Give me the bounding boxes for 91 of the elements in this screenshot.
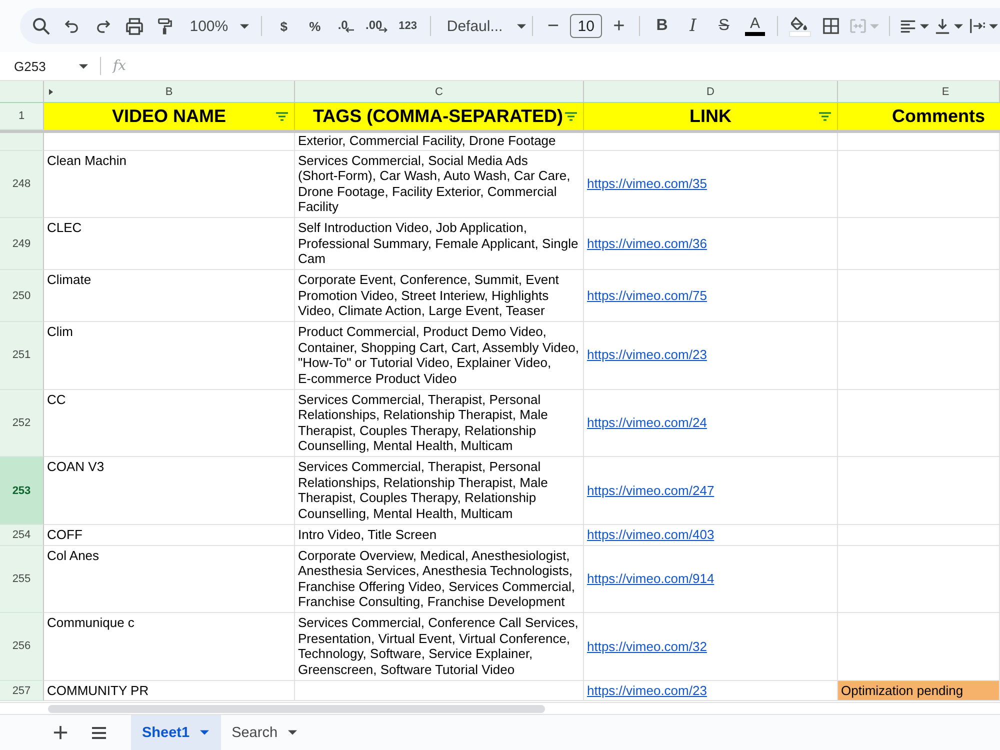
row-header[interactable]: 249 [0, 218, 44, 270]
link[interactable]: https://vimeo.com/24 [587, 415, 707, 431]
column-header[interactable]: D [584, 81, 838, 103]
link[interactable]: https://vimeo.com/247 [587, 482, 714, 498]
align-bottom-icon [935, 18, 950, 34]
align-left-icon [900, 20, 916, 32]
undo-icon [65, 20, 79, 32]
sheet-tab[interactable]: Search [220, 715, 309, 750]
table-cell: Climate [44, 270, 295, 322]
table-cell: Communique c [44, 613, 295, 681]
font-dropdown[interactable]: Defaul... [438, 12, 524, 40]
percent-format-button[interactable]: % [300, 12, 329, 40]
table-cell: CLEC [44, 218, 295, 270]
caret-icon [288, 730, 297, 735]
link[interactable]: https://vimeo.com/23 [587, 347, 707, 364]
link[interactable]: https://vimeo.com/75 [587, 288, 707, 304]
zoom-dropdown[interactable]: 100% [182, 12, 253, 40]
row-header[interactable]: 1 [0, 103, 44, 130]
increase-decimal-button[interactable]: .00 [362, 12, 391, 40]
link[interactable]: https://vimeo.com/36 [587, 236, 707, 252]
text-overflow-icon [970, 18, 986, 34]
paint-bucket-icon [791, 16, 808, 30]
text-color-button[interactable]: A [740, 12, 769, 40]
fx-label: fx [113, 58, 126, 74]
row-header[interactable]: 248 [0, 150, 44, 218]
grid-icon [822, 18, 839, 34]
table-cell: Services Commercial, Conference Call Services, Presentation, Virtual Event, Virtual Conference, Technology, Software, Service Explainer, Greenscreen, Software Tutorial Video [295, 613, 584, 681]
filter-icon[interactable] [565, 112, 577, 121]
cell-reference: G253 [14, 58, 46, 74]
italic-button[interactable]: I [678, 12, 707, 40]
link[interactable]: https://vimeo.com/23 [587, 682, 707, 698]
column-header[interactable]: B [44, 81, 295, 103]
table-cell: Product Commercial, Product Demo Video, Container, Shopping Cart, Cart, Assembly Video, "How-To" or Tutorial Video, Explainer Video, E-commerce Product Video [295, 322, 584, 390]
row-header[interactable]: 251 [0, 322, 44, 390]
table-cell: Intro Video, Title Screen [295, 524, 584, 546]
caret-icon [200, 730, 209, 735]
name-box[interactable]: G253 [10, 54, 92, 78]
table-cell: Corporate Event, Conference, Summit, Event Promotion Video, Street Interiew, Highlights Video, Climate Action, Large Event, Teaser [295, 270, 584, 322]
plus-icon [52, 725, 68, 740]
expand-column-icon[interactable] [49, 89, 53, 95]
scrollbar-thumb[interactable] [48, 704, 545, 712]
table-cell: Services Commercial, Therapist, Personal Relationships, Relationship Therapist, Male Therapist, Couples Therapy, Relationship Counselling, Mental Health, Multicam [295, 457, 584, 525]
font-size-field[interactable]: 10 [570, 14, 602, 38]
column-header[interactable]: E [838, 81, 1000, 103]
corner-cell[interactable] [0, 81, 44, 103]
table-cell: Clean Machin [44, 150, 295, 218]
currency-format-button[interactable]: $ [270, 12, 298, 40]
table-cell: Optimization pending [838, 680, 1000, 702]
column-title: VIDEO NAME [112, 106, 226, 127]
table-cell: Self Introduction Video, Job Application, Professional Summary, Female Applicant, Single Cam [295, 218, 584, 270]
bold-button[interactable]: B [648, 12, 676, 40]
menu-icon [91, 726, 107, 738]
row-header[interactable]: 257 [0, 680, 44, 702]
row-header[interactable]: 250 [0, 270, 44, 322]
table-cell: COFF [44, 524, 295, 546]
table-cell: Corporate Overview, Medical, Anesthesiologist, Anesthesia Services, Anesthesia Technologists, Franchise Offering Video, Services Commercial, Franchise Consulting, Franchise Development [295, 546, 584, 614]
table-cell: CC [44, 390, 295, 458]
printer-icon [126, 18, 142, 34]
row-header[interactable]: 256 [0, 613, 44, 681]
column-title: LINK [690, 106, 732, 127]
merge-cells-icon [850, 19, 866, 33]
link[interactable]: https://vimeo.com/403 [587, 526, 714, 542]
row-header[interactable]: 255 [0, 546, 44, 614]
sheet-tab[interactable]: Sheet1 [131, 715, 221, 750]
caret-icon [79, 64, 88, 68]
table-cell: Services Commercial, Therapist, Personal Relationships, Relationship Therapist, Male Therapist, Couples Therapy, Relationship Counselling, Mental Health, Multicam [295, 390, 584, 458]
search-icon [32, 18, 50, 34]
column-title: Comments [892, 106, 986, 127]
filter-icon[interactable] [276, 112, 288, 121]
link[interactable]: https://vimeo.com/914 [587, 570, 714, 587]
paint-roller-icon [158, 18, 172, 34]
decrease-font-size-button[interactable]: − [541, 12, 566, 40]
link[interactable]: https://vimeo.com/35 [587, 176, 707, 192]
strikethrough-button[interactable]: S [710, 12, 738, 40]
number-format-button[interactable]: 123 [394, 12, 422, 40]
link[interactable]: https://vimeo.com/32 [587, 638, 707, 654]
increase-font-size-button[interactable]: + [606, 12, 631, 40]
table-cell: Exterior, Commercial Facility, Drone Footage [295, 133, 584, 151]
table-cell: COAN V3 [44, 457, 295, 525]
row-header[interactable]: 253 [0, 457, 44, 525]
table-cell: Services Commercial, Social Media Ads (Short-Form), Car Wash, Auto Wash, Car Care, Drone Footage, Facility Exterior, Commercial Facility [295, 150, 584, 218]
redo-icon [96, 20, 110, 32]
decrease-decimal-button[interactable]: .0 [332, 12, 360, 40]
table-cell: Col Anes [44, 546, 295, 614]
column-title: TAGS (COMMA-SEPARATED) [313, 106, 563, 127]
row-header[interactable]: 252 [0, 390, 44, 458]
table-cell: Clim [44, 322, 295, 390]
table-cell: COMMUNITY PR [44, 680, 295, 702]
filter-icon[interactable] [819, 112, 831, 121]
row-header[interactable]: 254 [0, 524, 44, 546]
column-header[interactable]: C [295, 81, 584, 103]
